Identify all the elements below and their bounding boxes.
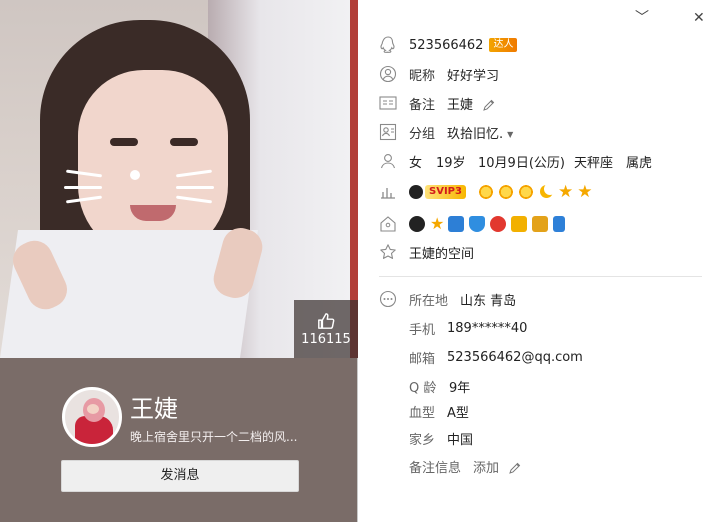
qzone-link[interactable]: 王婕的空间	[409, 243, 474, 262]
profile-name: 王婕	[130, 395, 178, 423]
cat-nose	[130, 170, 140, 180]
qq-penguin-service-icon[interactable]	[409, 216, 425, 232]
remark-info-add-text: 添加	[473, 460, 500, 476]
star-level-icon: ★	[577, 182, 593, 202]
yellow-star-service-icon[interactable]: ★	[430, 216, 444, 232]
phone-label: 手机	[409, 322, 436, 338]
phone-service-icon[interactable]	[553, 216, 566, 232]
hometown-value: 中国	[447, 432, 474, 448]
divider	[379, 276, 702, 277]
person-icon	[379, 152, 397, 170]
zodiac: 天秤座	[574, 155, 614, 171]
star-outline-icon	[379, 243, 397, 261]
edit-pencil-icon[interactable]	[482, 98, 496, 112]
chinese-zodiac: 属虎	[626, 155, 653, 171]
location-label: 所在地	[409, 293, 449, 309]
profile-card-left: 116115 王婕 晚上宿舍里只开一个二档的风... 发消息	[0, 0, 358, 522]
birthday: 10月9日(公历)	[478, 155, 565, 171]
group-dropdown[interactable]: 玖拾旧忆. ▼	[447, 123, 513, 142]
hometown-label: 家乡	[409, 432, 436, 448]
like-button[interactable]: 116115	[294, 300, 358, 358]
qage-label: Q 龄	[409, 380, 437, 396]
group-icon	[379, 123, 397, 141]
profile-signature[interactable]: 晚上宿舍里只开一个二档的风...	[130, 428, 340, 445]
close-button[interactable]: ✕	[693, 10, 705, 26]
photo-eye-right	[170, 138, 198, 146]
service-icons[interactable]: ★	[409, 216, 570, 232]
email-label: 邮箱	[409, 351, 436, 367]
nickname-value: 好好学习	[447, 68, 500, 84]
phone-value: 189******40	[447, 320, 528, 336]
group-label: 分组	[409, 126, 436, 142]
cat-whisker	[64, 186, 102, 189]
edit-pencil-icon[interactable]	[508, 461, 522, 475]
minimize-button[interactable]: ﹀	[635, 10, 649, 26]
moon-level-icon	[538, 183, 556, 200]
shield-service-icon[interactable]	[469, 216, 486, 232]
email-value[interactable]: 523566462@qq.com	[447, 350, 583, 365]
qq-penguin-icon	[379, 36, 397, 54]
remark-label: 备注	[409, 97, 436, 113]
gender: 女	[409, 155, 423, 171]
camera-service-icon[interactable]	[448, 216, 465, 232]
qq-number: 523566462 达人	[409, 37, 518, 53]
group-value: 玖拾旧忆.	[447, 126, 504, 142]
avatar-figure-face	[87, 404, 99, 414]
blood-label: 血型	[409, 405, 436, 421]
svip-penguin-icon	[409, 185, 423, 199]
level-chart-icon	[379, 183, 397, 201]
remark-info-label: 备注信息	[409, 460, 462, 476]
photo-eye-left	[110, 138, 138, 146]
sun-level-icon	[477, 184, 494, 200]
qq-number-text: 523566462	[409, 37, 484, 53]
remark-value: 王婕	[447, 97, 474, 113]
id-card-icon	[379, 94, 397, 112]
sun-level-icon	[497, 184, 514, 200]
blood-value: A型	[447, 405, 469, 421]
remark-info-add[interactable]: 添加	[473, 457, 522, 476]
like-count: 116115	[301, 332, 351, 347]
more-dots-icon	[379, 290, 397, 308]
thumbs-up-icon	[318, 313, 335, 329]
qage-value: 9年	[449, 380, 471, 396]
user-circle-icon	[379, 65, 397, 83]
svip-badge: SVIP3	[425, 185, 466, 199]
level-icons[interactable]: SVIP3 ★ ★	[409, 182, 596, 202]
house-icon	[379, 215, 397, 233]
location-value: 山东 青岛	[460, 293, 517, 309]
star-level-icon: ★	[557, 182, 574, 202]
chat-service-icon[interactable]	[511, 216, 528, 232]
music-service-icon[interactable]	[490, 216, 507, 232]
daren-badge[interactable]: 达人	[489, 38, 518, 52]
chevron-down-icon: ▼	[507, 129, 514, 139]
cat-whisker	[176, 186, 214, 189]
send-message-button[interactable]: 发消息	[61, 460, 299, 492]
avatar[interactable]	[62, 387, 122, 447]
age: 19岁	[436, 155, 466, 171]
profile-details-panel: ﹀ ✕ 523566462 达人 昵称 好好学习 备注 王婕 分组 玖拾旧忆. …	[359, 0, 722, 522]
nickname-label: 昵称	[409, 68, 436, 84]
remark-value-wrap[interactable]: 王婕	[447, 94, 496, 113]
sun-level-icon	[517, 184, 534, 200]
book-service-icon[interactable]	[532, 216, 549, 232]
